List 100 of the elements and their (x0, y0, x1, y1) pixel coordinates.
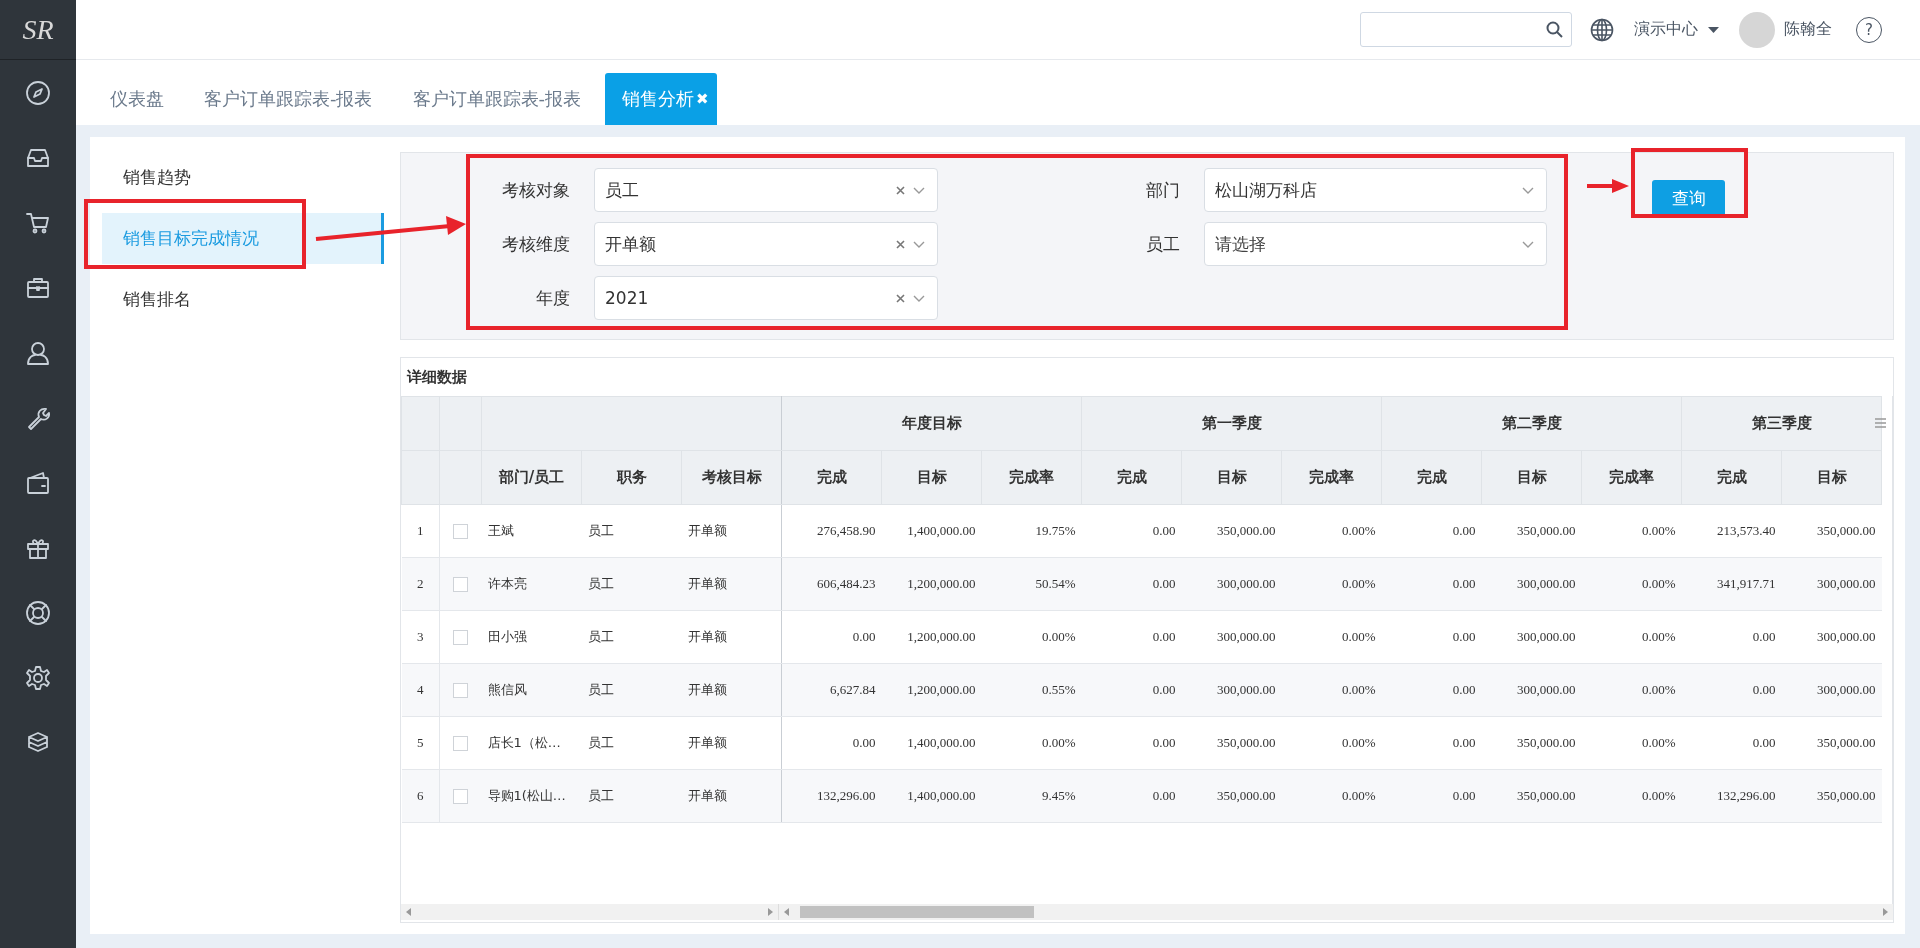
scrollbar-thumb[interactable] (800, 906, 1034, 918)
select-field[interactable]: 员工 (594, 168, 938, 212)
table-cell: 0.00 (1081, 663, 1182, 717)
scroll-left-icon[interactable] (783, 908, 790, 916)
table-cell: 0.00% (1281, 557, 1382, 611)
table-cell: 132,296.00 (1681, 769, 1782, 823)
table-cell: 0.00 (1681, 716, 1782, 770)
select-field[interactable]: 2021 (594, 276, 938, 320)
table-title: 详细数据 (405, 366, 468, 388)
clear-icon[interactable] (896, 293, 905, 303)
menu-item[interactable]: 销售趋势 (102, 152, 384, 203)
column-header: 目标 (1781, 450, 1882, 505)
field-label: 考核对象 (501, 178, 570, 202)
row-number: 2 (401, 557, 440, 611)
select-field[interactable]: 松山湖万科店 (1204, 168, 1547, 212)
table-cell: 店长1（松… (481, 716, 582, 770)
row-number: 4 (401, 663, 440, 717)
search-field[interactable] (1360, 12, 1572, 47)
org-dropdown[interactable]: 演示中心 (1634, 19, 1719, 40)
user-name[interactable]: 陈翰全 (1784, 19, 1832, 40)
scroll-left-icon[interactable] (405, 908, 412, 916)
table-cell: 0.00 (781, 716, 882, 770)
column-header: 部门/员工 (481, 450, 582, 505)
column-header: 完成 (781, 450, 882, 505)
table-cell: 开单额 (681, 610, 782, 664)
table-cell: 1,200,000.00 (881, 557, 982, 611)
table-cell: 300,000.00 (1481, 557, 1582, 611)
table-cell: 0.00 (1681, 663, 1782, 717)
table-cell: 0.00 (781, 610, 882, 664)
search-icon[interactable] (1546, 21, 1563, 38)
table-cell: 606,484.23 (781, 557, 882, 611)
row-checkbox[interactable] (453, 736, 469, 751)
column-header: 考核目标 (681, 450, 782, 505)
row-checkbox[interactable] (453, 577, 469, 592)
column-header: 完成率 (1581, 450, 1682, 505)
table-cell: 0.00% (1581, 769, 1682, 823)
table-cell: 350,000.00 (1781, 504, 1882, 558)
column-group-header: 第三季度 (1681, 396, 1882, 451)
table-cell: 0.00% (1581, 716, 1682, 770)
table-cell: 19.75% (981, 504, 1082, 558)
table-cell: 300,000.00 (1781, 663, 1882, 717)
table-cell: 350,000.00 (1181, 504, 1282, 558)
table-cell: 1,400,000.00 (881, 504, 982, 558)
table-cell: 熊信风 (481, 663, 582, 717)
table-cell: 0.00% (1581, 610, 1682, 664)
tab[interactable]: 仪表盘 (90, 73, 184, 125)
row-number: 5 (401, 716, 440, 770)
table-cell: 导购1(松山… (481, 769, 582, 823)
table-cell: 开单额 (681, 769, 782, 823)
row-checkbox[interactable] (453, 524, 469, 539)
row-checkbox[interactable] (453, 630, 469, 645)
globe-icon[interactable] (1590, 17, 1614, 42)
table-cell: 50.54% (981, 557, 1082, 611)
scroll-right-icon[interactable] (1882, 908, 1889, 916)
table-cell: 350,000.00 (1481, 716, 1582, 770)
table-cell: 0.00% (1281, 716, 1382, 770)
column-header: 职务 (581, 450, 682, 505)
lifebuoy-icon[interactable] (25, 599, 51, 626)
compass-icon[interactable] (25, 79, 51, 106)
clear-icon[interactable] (896, 239, 905, 249)
table-cell: 员工 (581, 504, 682, 558)
caret-icon (1708, 26, 1719, 33)
row-number: 3 (401, 610, 440, 664)
column-header: 目标 (1481, 450, 1582, 505)
table-cell: 员工 (581, 610, 682, 664)
wallet-icon[interactable] (25, 469, 51, 496)
table-cell: 0.00 (1381, 504, 1482, 558)
table-cell: 王斌 (481, 504, 582, 558)
table-cell: 员工 (581, 663, 682, 717)
select-field[interactable]: 开单额 (594, 222, 938, 266)
chevron-down-icon (1522, 240, 1534, 248)
scroll-right-icon[interactable] (767, 908, 774, 916)
field-label: 考核维度 (501, 232, 570, 256)
chevron-down-icon (913, 186, 925, 194)
table-cell: 0.00 (1381, 716, 1482, 770)
clear-icon[interactable] (896, 185, 905, 195)
column-header: 目标 (1181, 450, 1282, 505)
table-cell: 员工 (581, 716, 682, 770)
table-cell: 350,000.00 (1481, 504, 1582, 558)
menu-item[interactable]: 销售排名 (102, 274, 384, 325)
table-cell: 田小强 (481, 610, 582, 664)
user-icon[interactable] (25, 339, 51, 366)
row-checkbox[interactable] (453, 683, 469, 698)
column-header: 完成率 (981, 450, 1082, 505)
tab[interactable]: 客户订单跟踪表-报表 (392, 73, 601, 125)
table-cell: 300,000.00 (1181, 610, 1282, 664)
column-header: 目标 (881, 450, 982, 505)
select-field[interactable]: 请选择 (1204, 222, 1547, 266)
column-group-header: 年度目标 (781, 396, 1082, 451)
table-cell: 0.00 (1081, 769, 1182, 823)
settings-icon[interactable] (25, 664, 51, 691)
row-checkbox[interactable] (453, 789, 469, 804)
column-header: 完成率 (1281, 450, 1382, 505)
annotation-arrow (1587, 179, 1629, 193)
table-cell: 0.55% (981, 663, 1082, 717)
table-cell: 0.00 (1681, 610, 1782, 664)
column-menu-icon[interactable] (1875, 418, 1886, 428)
table-cell: 0.00 (1381, 769, 1482, 823)
table-cell: 276,458.90 (781, 504, 882, 558)
tab[interactable]: 客户订单跟踪表-报表 (184, 73, 393, 125)
